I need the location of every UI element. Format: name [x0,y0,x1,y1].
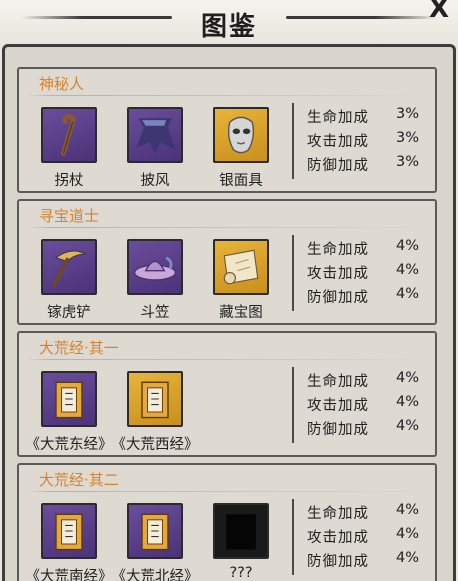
cloak-icon [127,107,183,163]
cane-icon [41,107,97,163]
set-item[interactable]: 《大荒西经》 [111,371,199,455]
set-bonus-stats: 生命加成 4% 攻击加成 4% 防御加成 4% [307,500,431,572]
item-name: 《大荒北经》 [111,569,199,581]
stat-label: 攻击加成 [307,398,369,414]
set-title-underline [27,359,427,360]
item-name: 《大荒南经》 [25,569,113,581]
stat-value: 4% [395,262,419,278]
item-name: 镓虎铲 [47,305,91,321]
scripture-book-icon [127,371,183,427]
stat-label: 防御加成 [307,422,369,438]
stat-label: 攻击加成 [307,266,369,282]
stat-label: 生命加成 [307,242,369,258]
scripture-book-icon [41,503,97,559]
attack-bonus-row: 攻击加成 3% [307,128,431,152]
set-title: 大荒经·其一 [39,339,119,357]
set-bonus-stats: 生命加成 3% 攻击加成 3% 防御加成 3% [307,104,431,176]
set-title-underline [27,95,427,96]
stat-label: 生命加成 [307,374,369,390]
set-bonus-stats: 生命加成 4% 攻击加成 4% 防御加成 4% [307,368,431,440]
stat-value: 3% [395,130,419,146]
stats-divider [292,367,294,443]
stat-label: 攻击加成 [307,134,369,150]
title-bar: 图鉴 X [0,0,458,46]
stat-label: 防御加成 [307,554,369,570]
close-button[interactable]: X [424,0,454,22]
set-card-mysterious-man: 神秘人 拐杖 披风 银面具 生命加成 3% 攻击加成 3% 防御加成 3% [17,67,437,193]
item-name: 银面具 [219,173,263,189]
stat-label: 生命加成 [307,506,369,522]
set-item[interactable]: 披风 [111,107,199,191]
set-card-dahuang-classic-2: 大荒经·其二 《大荒南经》 《大荒北经》 ??? 生命加成 4% 攻击加成 4% 防… [17,463,437,581]
set-item[interactable]: 镓虎铲 [25,239,113,323]
stat-value: 4% [395,550,419,566]
set-item[interactable]: 拐杖 [25,107,113,191]
set-item[interactable]: 藏宝图 [197,239,285,323]
item-name: 斗笠 [140,305,170,321]
item-name: 拐杖 [54,173,84,189]
defense-bonus-row: 防御加成 4% [307,548,431,572]
attack-bonus-row: 攻击加成 4% [307,392,431,416]
hp-bonus-row: 生命加成 3% [307,104,431,128]
set-title-underline [27,227,427,228]
item-name: 披风 [140,173,170,189]
pickaxe-icon [41,239,97,295]
stat-label: 生命加成 [307,110,369,126]
stats-divider [292,235,294,311]
item-name: 《大荒东经》 [25,437,113,453]
set-item[interactable]: 《大荒北经》 [111,503,199,581]
set-card-dahuang-classic-1: 大荒经·其一 《大荒东经》 《大荒西经》 生命加成 4% 攻击加成 4% 防御加成 4… [17,331,437,457]
stat-label: 攻击加成 [307,530,369,546]
hp-bonus-row: 生命加成 4% [307,236,431,260]
stat-value: 3% [395,154,419,170]
page-title: 图鉴 [200,12,257,42]
defense-bonus-row: 防御加成 4% [307,416,431,440]
stat-value: 4% [395,286,419,302]
bamboo-hat-icon [127,239,183,295]
stats-divider [292,103,294,179]
treasure-map-icon [213,239,269,295]
item-name: 《大荒西经》 [111,437,199,453]
stat-value: 4% [395,238,419,254]
set-title: 大荒经·其二 [39,471,119,489]
set-title: 寻宝道士 [39,207,100,225]
unknown-item-icon [213,503,269,559]
set-item[interactable]: 《大荒东经》 [25,371,113,455]
defense-bonus-row: 防御加成 3% [307,152,431,176]
collection-panel: 神秘人 拐杖 披风 银面具 生命加成 3% 攻击加成 3% 防御加成 3% 寻宝… [2,44,456,581]
hp-bonus-row: 生命加成 4% [307,368,431,392]
set-item[interactable]: 斗笠 [111,239,199,323]
stat-label: 防御加成 [307,290,369,306]
silver-mask-icon [213,107,269,163]
stat-label: 防御加成 [307,158,369,174]
scripture-book-icon [127,503,183,559]
defense-bonus-row: 防御加成 4% [307,284,431,308]
set-card-treasure-taoist: 寻宝道士 镓虎铲 斗笠 藏宝图 生命加成 4% 攻击加成 4% 防御加成 4% [17,199,437,325]
set-title-underline [27,491,427,492]
stats-divider [292,499,294,575]
set-bonus-stats: 生命加成 4% 攻击加成 4% 防御加成 4% [307,236,431,308]
stat-value: 4% [395,526,419,542]
stat-value: 4% [395,394,419,410]
set-item[interactable]: 《大荒南经》 [25,503,113,581]
set-item[interactable]: ??? [197,503,285,581]
stat-value: 4% [395,502,419,518]
item-name: 藏宝图 [219,305,263,321]
item-name: ??? [229,565,253,581]
scripture-book-icon [41,371,97,427]
hp-bonus-row: 生命加成 4% [307,500,431,524]
attack-bonus-row: 攻击加成 4% [307,524,431,548]
stat-value: 4% [395,418,419,434]
stat-value: 4% [395,370,419,386]
attack-bonus-row: 攻击加成 4% [307,260,431,284]
set-title: 神秘人 [39,75,85,93]
stat-value: 3% [395,106,419,122]
set-item[interactable]: 银面具 [197,107,285,191]
